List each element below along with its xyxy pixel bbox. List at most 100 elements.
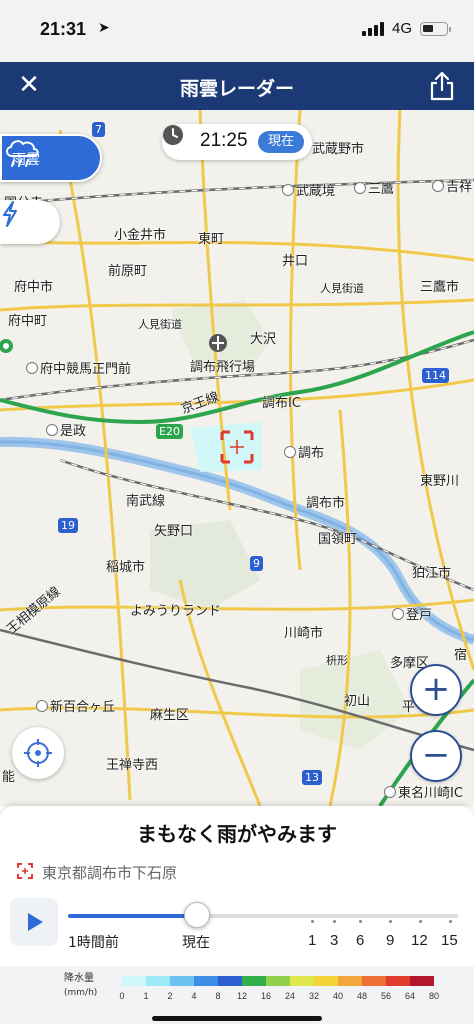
- legend-swatch: [218, 976, 242, 986]
- legend-values: 0 1 2 4 8 12 16 24 32 40 48 56 64 80: [110, 991, 439, 1005]
- status-time: 21:31: [40, 19, 87, 39]
- map-label: 南武線: [126, 494, 166, 509]
- timeline-thumb[interactable]: [183, 902, 210, 928]
- map-label: 枡形: [326, 654, 348, 667]
- status-bar: 21:31 ➤ 4G: [0, 0, 474, 62]
- map-label: 吉祥: [432, 176, 472, 195]
- map-label: 三鷹: [354, 178, 394, 197]
- map-label: 武蔵野市: [312, 142, 365, 157]
- rain-cloud-icon: [6, 140, 39, 167]
- legend-value: 40: [332, 991, 343, 1001]
- legend-swatch: [386, 976, 410, 986]
- radar-map[interactable]: 武蔵野市 国分寺 武蔵境 三鷹 吉祥 小金井市 東町 井口 前原町 府中市 人見…: [0, 110, 474, 806]
- nav-bar: ✕ 雨雲レーダー: [0, 62, 474, 110]
- map-label: 王禅寺西: [106, 758, 159, 773]
- map-label: 宿: [454, 648, 468, 663]
- timeline-tick-dot: [333, 920, 336, 923]
- map-label: 調布市: [306, 496, 346, 511]
- legend-value: 0: [119, 991, 125, 1001]
- forecast-sheet: まもなく雨がやみます 東京都調布市下石原 1時間前 現在 1 3 6 9 12 15 降水…: [0, 806, 474, 1024]
- map-label: 調布IC: [262, 396, 301, 411]
- crosshair-icon: [24, 739, 52, 767]
- legend-color-bar: [122, 976, 434, 986]
- radar-time: 21:25: [200, 130, 248, 151]
- network-type: 4G: [391, 20, 412, 37]
- map-label: 川崎市: [284, 626, 324, 641]
- legend-swatch: [194, 976, 218, 986]
- legend-value: 8: [215, 991, 221, 1001]
- route-shield: 9: [250, 556, 263, 571]
- legend-swatch: [122, 976, 146, 986]
- map-label: よみうりランド: [130, 604, 222, 619]
- play-button[interactable]: [10, 898, 58, 946]
- share-icon[interactable]: [428, 70, 456, 102]
- battery-icon: [420, 21, 451, 36]
- timeline-tick-label: 9: [386, 932, 395, 949]
- map-label: 東町: [198, 232, 225, 247]
- legend-value: 12: [236, 991, 247, 1001]
- location-arrow-icon: ➤: [98, 20, 110, 36]
- forecast-message: まもなく雨がやみます: [137, 822, 337, 846]
- legend-swatch: [362, 976, 386, 986]
- map-label: 稲城市: [106, 560, 146, 575]
- map-label: 能: [2, 770, 16, 785]
- map-label: 大沢: [250, 332, 277, 347]
- map-label: 小金井市: [114, 228, 167, 243]
- timeline-tick-label: 3: [330, 932, 339, 949]
- page-title: 雨雲レーダー: [179, 78, 294, 100]
- timeline-slider[interactable]: [68, 914, 458, 918]
- legend-swatch: [338, 976, 362, 986]
- route-shield: E20: [156, 424, 183, 439]
- legend-value: 56: [380, 991, 391, 1001]
- timeline-label-now: 現在: [182, 935, 210, 951]
- map-label: 調布: [284, 442, 324, 461]
- legend-value: 1: [143, 991, 149, 1001]
- timeline-tick-label: 1: [308, 932, 317, 949]
- map-label: 府中市: [14, 280, 54, 295]
- map-label: 東名川崎IC: [384, 782, 463, 801]
- timeline-tick-dot: [311, 920, 314, 923]
- legend-swatch: [290, 976, 314, 986]
- legend-title: 降水量: [64, 973, 94, 984]
- map-label: 武蔵境: [282, 180, 335, 199]
- timeline-progress: [68, 914, 197, 918]
- route-shield: 114: [422, 368, 449, 383]
- map-label: 人見街道: [138, 318, 182, 331]
- map-label: 是政: [46, 420, 86, 439]
- radar-time-chip[interactable]: 21:25 現在: [162, 124, 312, 160]
- timeline-tick-label: 6: [356, 932, 365, 949]
- map-label: 登戸: [392, 604, 432, 623]
- zoom-out-button[interactable]: −: [410, 730, 462, 782]
- timeline-tick-dot: [359, 920, 362, 923]
- timeline-tick-label: 15: [441, 932, 458, 949]
- map-label: 矢野口: [154, 524, 194, 539]
- route-shield: 19: [58, 518, 78, 533]
- now-badge: 現在: [258, 131, 304, 153]
- route-shield: 13: [302, 770, 322, 785]
- legend-value: 2: [167, 991, 173, 1001]
- timeline-tick-dot: [419, 920, 422, 923]
- location-name: 東京都調布市下石原: [42, 864, 178, 882]
- legend-swatch: [242, 976, 266, 986]
- map-label: 前原町: [108, 264, 148, 279]
- clock-icon: [163, 125, 183, 145]
- zoom-in-button[interactable]: +: [410, 664, 462, 716]
- lightning-icon: [3, 201, 17, 227]
- precipitation-legend: 降水量 (mm/h) 0 1 2 4 8 12 16 24 32 40 48 56 64 80: [0, 966, 474, 1024]
- lightning-layer-button[interactable]: [0, 200, 60, 244]
- timeline-tick-dot: [449, 920, 452, 923]
- timeline-tick-label: 12: [411, 932, 428, 949]
- map-label: 麻生区: [150, 708, 190, 723]
- map-label: 府中町: [8, 314, 48, 329]
- legend-value: 48: [356, 991, 367, 1001]
- locate-button[interactable]: [12, 727, 64, 779]
- legend-swatch: [410, 976, 434, 986]
- map-label: 初山: [344, 694, 371, 709]
- map-label: 狛江市: [412, 566, 452, 581]
- map-label: 人見街道: [320, 282, 364, 295]
- timeline-label-start: 1時間前: [68, 935, 119, 951]
- legend-swatch: [266, 976, 290, 986]
- map-label: 調布飛行場: [190, 360, 256, 375]
- rain-cloud-layer-button[interactable]: 雨雲: [0, 134, 102, 182]
- map-label: 三鷹市: [420, 280, 460, 295]
